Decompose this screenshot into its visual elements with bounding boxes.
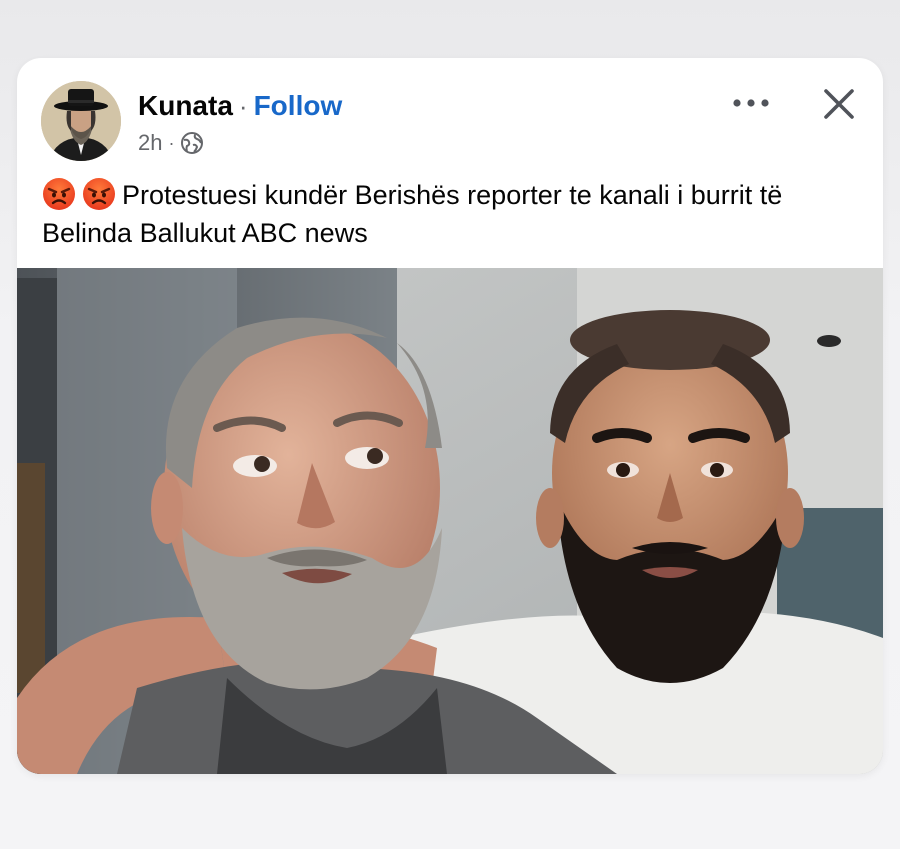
name-separator: ·: [238, 90, 248, 121]
angry-face-emoji: [82, 177, 116, 211]
photo-image: [17, 268, 883, 774]
post-meta: 2h ·: [138, 128, 204, 158]
close-icon: [824, 89, 854, 119]
author-avatar[interactable]: [41, 81, 121, 161]
meta-separator: ·: [168, 132, 175, 153]
more-options-button[interactable]: [727, 90, 775, 116]
avatar-image: [41, 81, 121, 161]
follow-button[interactable]: Follow: [254, 90, 343, 122]
more-options-icon: [733, 99, 769, 107]
post-header: Kunata · Follow 2h ·: [17, 58, 883, 168]
author-name[interactable]: Kunata: [138, 90, 233, 122]
post-caption: Protestuesi kundër Berishës reporter te …: [42, 176, 842, 252]
author-line: Kunata · Follow: [138, 86, 342, 126]
globe-icon[interactable]: [180, 131, 204, 155]
close-button[interactable]: [817, 82, 861, 126]
post-time[interactable]: 2h: [138, 130, 162, 156]
caption-text: Protestuesi kundër Berishës reporter te …: [42, 180, 783, 248]
angry-face-emoji: [42, 177, 76, 211]
post-card: Kunata · Follow 2h · Protestuesi kundër …: [17, 58, 883, 774]
post-photo[interactable]: [17, 268, 883, 774]
